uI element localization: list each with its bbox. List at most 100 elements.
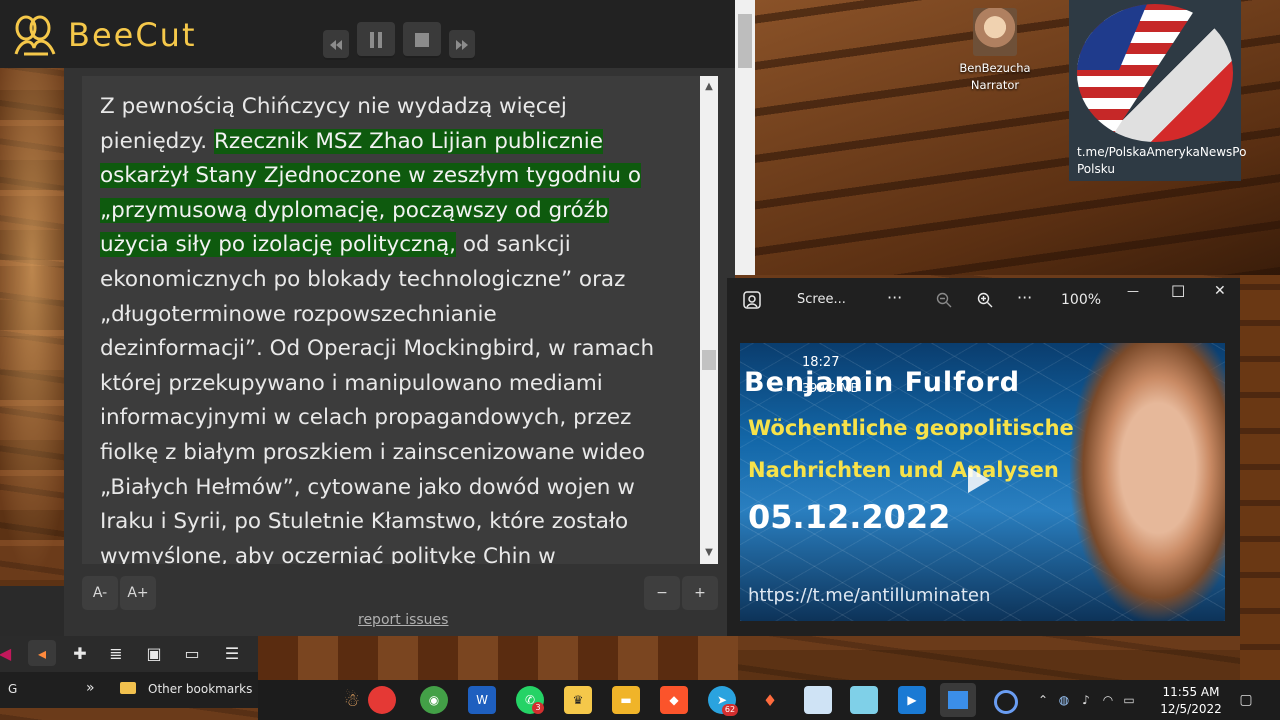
us-poland-flag-icon bbox=[1077, 4, 1233, 142]
menu-icon[interactable]: ☰ bbox=[218, 640, 246, 666]
bookmarks-overflow-chevron-icon[interactable]: » bbox=[86, 680, 95, 696]
maximize-button[interactable]: ☐ bbox=[1171, 282, 1185, 301]
stop-button[interactable] bbox=[403, 22, 441, 58]
transcript-line: Z pewnością Chińczycy nie wydadzą więcej bbox=[100, 90, 700, 125]
presenter-photo bbox=[1070, 343, 1225, 621]
word-icon[interactable]: W bbox=[468, 686, 496, 714]
close-button[interactable]: ✕ bbox=[1214, 283, 1226, 299]
transcript-line: dezinformacji”. Od Operacji Mockingbird,… bbox=[100, 332, 700, 367]
video-date: 05.12.2022 bbox=[748, 498, 951, 536]
font-decrease-button[interactable]: A- bbox=[82, 576, 118, 610]
narrator-avatar[interactable] bbox=[973, 8, 1017, 56]
transcript-line: „długoterminowe rozpowszechnianie bbox=[100, 298, 700, 333]
highlighted-spoken-text: Rzecznik MSZ Zhao Lijian publicznie bbox=[213, 128, 603, 154]
app-title: BeeCut bbox=[68, 16, 197, 54]
viewer-more-options-button-2[interactable]: ··· bbox=[1017, 288, 1032, 307]
bookmarks-bar: G » Other bookmarks bbox=[0, 672, 258, 708]
narrator-label-line-1: BenBezucha bbox=[959, 61, 1031, 75]
transcript-text-segment: ekonomicznych po blokady technologiczne”… bbox=[100, 266, 626, 292]
forward-icon bbox=[456, 40, 468, 50]
paint-icon[interactable] bbox=[804, 686, 832, 714]
whatsapp-badge: 3 bbox=[532, 702, 544, 714]
transcript-line: ekonomicznych po blokady technologiczne”… bbox=[100, 263, 700, 298]
report-issues-link[interactable]: report issues bbox=[358, 612, 448, 628]
zoom-in-icon[interactable] bbox=[977, 292, 993, 308]
transcript-text-segment: fiolkę z białym proszkiem i zainscenizow… bbox=[100, 439, 645, 465]
red-record-app-icon[interactable] bbox=[368, 686, 396, 714]
rewind-button[interactable] bbox=[323, 30, 349, 60]
extension-triangle-icon[interactable]: ◀ bbox=[0, 640, 11, 666]
photos-app-icon bbox=[743, 291, 761, 309]
microphone-icon[interactable]: ♪ bbox=[1078, 686, 1094, 714]
transcript-line: „Białych Hełmów”, cytowane jako dowód wo… bbox=[100, 471, 700, 506]
zoom-out-icon[interactable] bbox=[936, 292, 952, 308]
tray-overflow-chevron-icon[interactable]: ⌃ bbox=[1036, 686, 1050, 714]
highlighted-spoken-text: oskarżył Stany Zjednoczone w zeszłym tyg… bbox=[100, 163, 641, 189]
narrator-desktop-icon-label[interactable]: BenBezucha Narrator bbox=[952, 60, 1038, 94]
transcript-text-segment: której przekupywano i manipulowano media… bbox=[100, 370, 603, 396]
forward-button[interactable] bbox=[449, 30, 475, 60]
bookmark-item[interactable]: G bbox=[8, 682, 17, 696]
gingerbread-app-icon[interactable]: ☃ bbox=[338, 686, 366, 714]
stop-icon bbox=[415, 33, 429, 47]
brave-browser-icon[interactable]: ◆ bbox=[660, 686, 688, 714]
scroll-down-arrow-icon[interactable]: ▼ bbox=[700, 544, 718, 562]
transcript-line: pieniędzy. Rzecznik MSZ Zhao Lijian publ… bbox=[100, 125, 700, 160]
scroll-up-arrow-icon[interactable]: ▲ bbox=[700, 78, 718, 96]
clock-date: 12/5/2022 bbox=[1160, 702, 1222, 716]
background-scrollbar-thumb[interactable] bbox=[738, 14, 752, 68]
play-icon[interactable] bbox=[968, 467, 990, 493]
transcript-text-segment: „długoterminowe rozpowszechnianie bbox=[100, 301, 497, 327]
snipping-tool-icon[interactable] bbox=[850, 686, 878, 714]
transcript-line: informacyjnymi w celach propagandowych, … bbox=[100, 401, 700, 436]
bee-logo-icon bbox=[14, 15, 56, 56]
transcript-text-segment: informacyjnymi w celach propagandowych, … bbox=[100, 405, 632, 431]
android-app-icon[interactable]: ◉ bbox=[420, 686, 448, 714]
photos-taskbar-icon-active[interactable] bbox=[940, 683, 976, 717]
wifi-icon[interactable]: ◠ bbox=[1100, 686, 1116, 714]
system-clock[interactable]: 11:55 AM 12/5/2022 bbox=[1158, 684, 1224, 718]
cortana-icon[interactable] bbox=[994, 690, 1018, 714]
video-subtitle-line-1: Wöchentliche geopolitische bbox=[748, 416, 1074, 440]
highlighted-spoken-text: użycia siły po izolację polityczną, bbox=[100, 232, 456, 258]
transcript-text-segment: „Białych Hełmów”, cytowane jako dowód wo… bbox=[100, 474, 635, 500]
font-increase-button[interactable]: A+ bbox=[120, 576, 156, 610]
transcript-text-segment: Iraku i Syrii, po Stuletnie Kłamstwo, kt… bbox=[100, 509, 629, 535]
transcript-text: Z pewnością Chińczycy nie wydadzą więcej… bbox=[100, 90, 700, 564]
other-bookmarks-link[interactable]: Other bookmarks bbox=[148, 682, 252, 696]
rewind-icon bbox=[330, 40, 342, 50]
pause-icon bbox=[370, 32, 382, 48]
zoom-level: 100% bbox=[1061, 292, 1102, 308]
wallet-icon[interactable]: ▭ bbox=[178, 640, 206, 666]
viewer-more-options-button[interactable]: ··· bbox=[887, 288, 902, 307]
battery-icon[interactable]: ▭ bbox=[1120, 686, 1138, 714]
transcript-line: oskarżył Stany Zjednoczone w zeszłym tyg… bbox=[100, 159, 700, 194]
video-editor-icon[interactable]: ▶ bbox=[898, 686, 926, 714]
zoom-out-button[interactable]: − bbox=[644, 576, 680, 610]
puzzle-extensions-icon[interactable]: ✚ bbox=[66, 640, 94, 666]
background-window-scrollbar[interactable] bbox=[735, 0, 755, 275]
zoom-in-button[interactable]: + bbox=[682, 576, 718, 610]
side-panel-icon[interactable]: ▣ bbox=[140, 640, 168, 666]
read-aloud-extension-icon[interactable]: ◂ bbox=[28, 640, 56, 666]
transcript-scrollbar[interactable]: ▲ ▼ bbox=[700, 76, 718, 564]
reading-list-icon[interactable]: ≣ bbox=[102, 640, 130, 666]
scrollbar-thumb[interactable] bbox=[702, 350, 716, 370]
narrator-label-line-2: Narrator bbox=[970, 78, 1020, 92]
transcript-text-segment: od sankcji bbox=[455, 232, 571, 258]
pause-button[interactable] bbox=[357, 22, 395, 58]
transcript-text-segment: wymyślone, aby oczerniać politykę Chin w bbox=[100, 543, 556, 564]
viewer-titlebar: Scree... ··· ··· 100% — ☐ ✕ bbox=[727, 278, 1240, 322]
notifications-icon[interactable]: ▢ bbox=[1236, 686, 1256, 714]
tray-app-icon[interactable]: ◍ bbox=[1056, 686, 1072, 714]
desktop-wallpaper-floor bbox=[258, 636, 738, 680]
video-url: https://t.me/antilluminaten bbox=[748, 585, 991, 606]
video-thumbnail[interactable]: 18:27 399.2 MB Benjamin Fulford Wöchentl… bbox=[740, 343, 1225, 621]
beecut-taskbar-icon[interactable]: ♛ bbox=[564, 686, 592, 714]
minimize-button[interactable]: — bbox=[1127, 284, 1139, 298]
transcript-text-pane[interactable]: Z pewnością Chińczycy nie wydadzą więcej… bbox=[82, 76, 702, 564]
transcript-line: fiolkę z białym proszkiem i zainscenizow… bbox=[100, 436, 700, 471]
media-tool-icon[interactable]: ♦ bbox=[756, 686, 784, 714]
transcript-line: użycia siły po izolację polityczną, od s… bbox=[100, 228, 700, 263]
file-explorer-icon[interactable]: ▬ bbox=[612, 686, 640, 714]
